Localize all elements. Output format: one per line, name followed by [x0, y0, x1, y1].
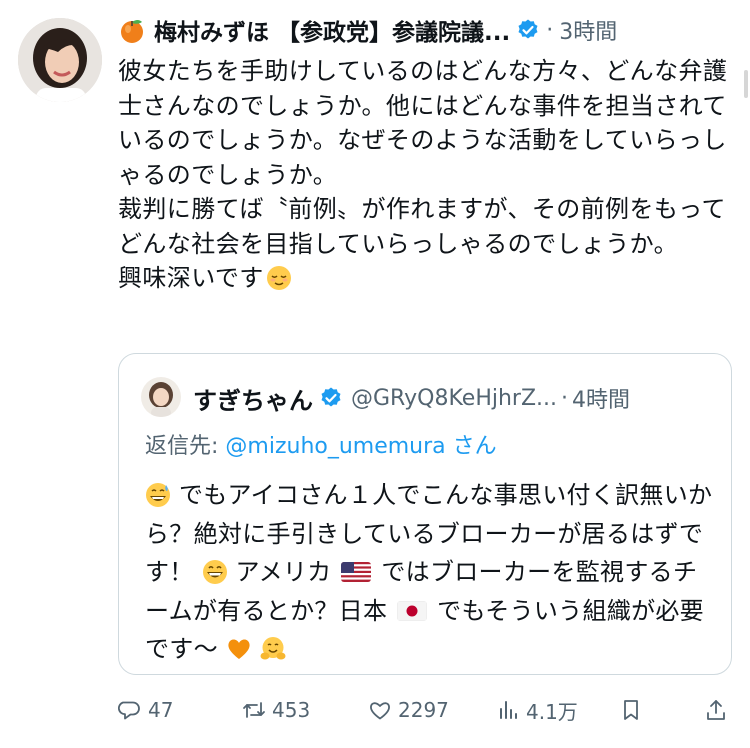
views-button[interactable]: 4.1万 [496, 696, 578, 725]
quote-text-part: アメリカ [235, 558, 332, 586]
relieved-face-emoji-icon [266, 266, 291, 290]
time-separator: · [546, 17, 554, 43]
tweet-time[interactable]: 3時間 [559, 14, 617, 46]
tweet-actions: 47 453 2297 4.1万 [118, 690, 740, 730]
japan-flag-emoji-icon [397, 600, 428, 621]
reply-icon [118, 701, 140, 720]
hugging-face-emoji-icon [260, 637, 286, 660]
retweet-button[interactable]: 453 [242, 698, 310, 722]
quoted-tweet[interactable]: すぎちゃん @GRyQ8KeHjhrZ... · 4時間 返信先: @mizuh… [118, 353, 732, 675]
quote-author-avatar[interactable] [141, 377, 181, 417]
tweet-paragraph: 彼女たちを手助けしているのはどんな方々、どんな弁護士さんなのでしょうか。他にはど… [118, 57, 728, 189]
tweet-header: 梅村みずほ 【参政党】参議院議... · 3時間 [118, 10, 738, 50]
grinning-sweat-emoji-icon [146, 483, 170, 507]
author-name[interactable]: 梅村みずほ 【参政党】参議院議... [154, 13, 510, 47]
reply-to-line: 返信先: @mizuho_umemura さん [145, 428, 497, 460]
quote-author-handle[interactable]: @GRyQ8KeHjhrZ... [351, 386, 557, 411]
orange-heart-emoji-icon [228, 639, 250, 659]
reply-count: 47 [148, 698, 174, 722]
views-icon [500, 701, 517, 719]
tweet-paragraph-text: 興味深いです [118, 264, 264, 292]
quote-time[interactable]: 4時間 [572, 382, 630, 414]
share-button[interactable] [704, 698, 734, 722]
quote-text: でもアイコさん１人でこんな事思い付く訳無いから？絶対に手引きしているブローカーが… [145, 476, 715, 669]
reply-button[interactable]: 47 [118, 698, 173, 722]
bookmark-icon [624, 700, 638, 720]
retweet-count: 453 [272, 698, 311, 722]
heart-icon [370, 702, 390, 720]
bookmark-button[interactable] [619, 698, 649, 722]
tweet-text: 彼女たちを手助けしているのはどんな方々、どんな弁護士さんなのでしょうか。他にはど… [118, 54, 728, 296]
reply-to-label: 返信先: [145, 434, 226, 459]
verified-badge-icon [518, 19, 538, 39]
like-count: 2297 [398, 698, 449, 722]
like-button[interactable]: 2297 [368, 698, 449, 722]
reply-mention-suffix: さん [445, 434, 497, 459]
verified-badge-icon [321, 387, 341, 407]
grinning-face-emoji-icon [202, 560, 227, 584]
author-avatar[interactable] [18, 18, 102, 102]
quote-author-name[interactable]: すぎちゃん [193, 381, 313, 416]
tweet-paragraph-last: 興味深いです [118, 261, 728, 296]
reply-mention-link[interactable]: @mizuho_umemura [225, 434, 445, 459]
retweet-icon [243, 702, 265, 718]
scrollbar[interactable] [744, 70, 748, 98]
quote-header: すぎちゃん @GRyQ8KeHjhrZ... · 4時間 [193, 378, 723, 418]
share-icon [707, 700, 725, 720]
tweet-paragraph: 裁判に勝てば〝前例〟が作れますが、その前例をもってどんな社会を目指していらっしゃ… [118, 195, 726, 258]
time-separator: · [561, 385, 569, 411]
view-count: 4.1万 [526, 699, 578, 724]
us-flag-emoji-icon [341, 562, 372, 582]
peach-emoji-icon [121, 20, 143, 43]
